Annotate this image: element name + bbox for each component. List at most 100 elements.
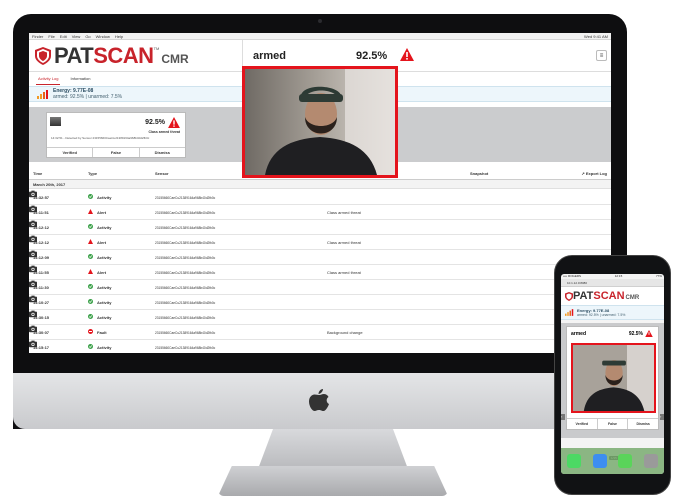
row-time: 14:15:17: [33, 345, 50, 350]
row-type: Activity: [97, 315, 112, 320]
false-button[interactable]: False: [93, 148, 140, 157]
table-row[interactable]: 14:10:27 Activity 23155660CaeCu21389164a96…: [29, 295, 611, 310]
row-time: 14:12:12: [33, 225, 50, 230]
menu-item[interactable]: Edit: [60, 34, 67, 39]
table-row[interactable]: 14:12:12 Alert 23155660CaeCu21389164a968b4…: [29, 235, 611, 250]
table-row[interactable]: 14:30:15 Activity 23155660CaeCu21389164a96…: [29, 310, 611, 325]
tab-activity-log[interactable]: Activity Log: [36, 73, 61, 85]
column-time: Time: [33, 171, 43, 176]
imac-stand: [258, 429, 408, 469]
activity-icon: [88, 299, 93, 304]
phone-carrier: •••• ROGERS: [563, 274, 582, 278]
messages-app-icon[interactable]: [618, 454, 633, 468]
export-icon: ↗: [581, 171, 585, 176]
safari-app-icon[interactable]: [592, 454, 607, 468]
dismiss-button[interactable]: Dismiss: [140, 148, 185, 157]
table-row[interactable]: 14:12:12 Activity 23155660CaeCu21389164a96…: [29, 220, 611, 235]
menu-item[interactable]: File: [48, 34, 54, 39]
alert-icon: [88, 239, 93, 244]
row-sensor: 23155660CaeCu21389164a968b40d2fb0c: [155, 315, 216, 320]
phone-status-label: armed: [571, 331, 587, 337]
activity-icon: [88, 314, 93, 319]
phone-alert-panel: armed 92.5% Verified False Dismiss: [561, 323, 664, 438]
phone-app-icon[interactable]: [566, 454, 581, 468]
row-description: Class armed threat: [327, 270, 361, 275]
verified-button[interactable]: Verified: [47, 148, 94, 157]
export-log-button[interactable]: ↗ Export Log: [581, 171, 607, 176]
table-row[interactable]: 14:11:30 Activity 23155660CaeCu21389164a96…: [29, 280, 611, 295]
status-label: armed: [253, 49, 287, 62]
table-row[interactable]: 14:12:09 Activity 23155660CaeCu21389164a96…: [29, 250, 611, 265]
row-time: 14:11:51: [33, 210, 49, 215]
row-type: Activity: [97, 345, 112, 350]
prev-arrow-icon[interactable]: ‹: [561, 414, 565, 420]
verified-button[interactable]: Verified: [567, 419, 598, 429]
column-snapshot: Snapshot: [470, 171, 489, 176]
webcam-icon: [318, 19, 322, 23]
contacts-app-icon[interactable]: [644, 454, 659, 468]
row-description: Class armed threat: [327, 210, 361, 215]
menu-item[interactable]: Window: [96, 34, 110, 39]
menu-item[interactable]: Finder: [32, 34, 43, 39]
row-type: Alert: [97, 240, 107, 245]
tab-information[interactable]: Information: [68, 73, 92, 84]
activity-icon: [88, 254, 93, 259]
logo-scan: SCAN: [93, 42, 154, 68]
logo-pat: PAT: [54, 42, 94, 68]
phone-energy-subtitle: armed: 92.5% | unarmed: 7.5%: [577, 313, 626, 317]
row-type: Activity: [97, 285, 112, 290]
phone-dock: [561, 448, 664, 474]
phone-brand-logo: PAT SCAN CMR: [561, 287, 664, 305]
false-button[interactable]: False: [598, 419, 629, 429]
row-type: Activity: [97, 225, 112, 230]
camera-snapshot-image: [573, 345, 654, 411]
next-arrow-icon[interactable]: ›: [660, 414, 664, 420]
signal-bars-icon: [37, 89, 48, 99]
table-row[interactable]: 14:15:17 Activity 23155660CaeCu21389164a96…: [29, 340, 611, 353]
row-type: Activity: [97, 255, 112, 260]
row-sensor: 23155660CaeCu21389164a968b40d2fb0c: [155, 225, 216, 230]
camera-snapshot-image: [245, 69, 395, 175]
row-sensor: 23155660CaeCu21389164a968b40d2fb0c: [155, 195, 216, 200]
logo-tm: TM: [153, 46, 160, 51]
phone-url-bar[interactable]: 10.1.12.0:8080: [561, 279, 664, 287]
camera-snapshot[interactable]: [242, 66, 398, 178]
phone-time: 12:15: [614, 274, 623, 278]
row-time: 14:32:57: [33, 195, 50, 200]
export-log-label: Export Log: [585, 171, 607, 176]
row-time: 14:12:12: [33, 240, 50, 245]
menu-item[interactable]: View: [72, 34, 81, 39]
row-time: 14:30:07: [33, 330, 50, 335]
row-time: 14:12:09: [33, 255, 50, 260]
table-row[interactable]: 14:30:07 Fault 23155660CaeCu21389164a968b4…: [29, 325, 611, 340]
tab-bar: Activity Log Information: [29, 72, 243, 85]
status-percent: 92.5%: [356, 49, 388, 62]
imac-stand-base: [218, 466, 448, 496]
table-row[interactable]: 14:32:57 Activity 23155660CaeCu21389164a96…: [29, 190, 611, 205]
logo-cmr: CMR: [161, 51, 189, 66]
table-row[interactable]: 14:11:55 Alert 23155660CaeCu21389164a968b4…: [29, 265, 611, 280]
row-time: 14:11:30: [33, 285, 49, 290]
table-row[interactable]: 14:11:51 Alert 23155660CaeCu21389164a968b4…: [29, 205, 611, 220]
menu-item[interactable]: Go: [85, 34, 90, 39]
row-sensor: 23155660CaeCu21389164a968b40d2fb0c: [155, 345, 216, 350]
hamburger-menu-button[interactable]: ≡: [596, 50, 607, 61]
dismiss-button[interactable]: Dismiss: [628, 419, 658, 429]
shield-icon: [35, 46, 51, 65]
warning-icon: [400, 48, 414, 61]
row-sensor: 23155660CaeCu21389164a968b40d2fb0c: [155, 240, 216, 245]
phone-alert-actions: Verified False Dismiss: [567, 418, 658, 429]
activity-icon: [88, 224, 93, 229]
phone-camera-snapshot[interactable]: [571, 343, 656, 413]
menu-item[interactable]: Help: [115, 34, 123, 39]
alert-thumbnail[interactable]: [50, 117, 61, 126]
row-sensor: 23155660CaeCu21389164a968b40d2fb0c: [155, 330, 216, 335]
menubar-clock: Wed 9:41 AM: [584, 33, 608, 39]
warning-icon: [168, 117, 180, 128]
row-time: 14:10:27: [33, 300, 50, 305]
phone-alert-card: armed 92.5% Verified False Dismiss: [566, 326, 659, 430]
phone-status-percent: 92.5%: [628, 331, 643, 337]
row-time: 14:30:15: [33, 315, 50, 320]
phone-energy-summary: Energy: 9.77E-08 armed: 92.5% | unarmed:…: [561, 305, 664, 320]
logo-scan: SCAN: [593, 290, 625, 302]
